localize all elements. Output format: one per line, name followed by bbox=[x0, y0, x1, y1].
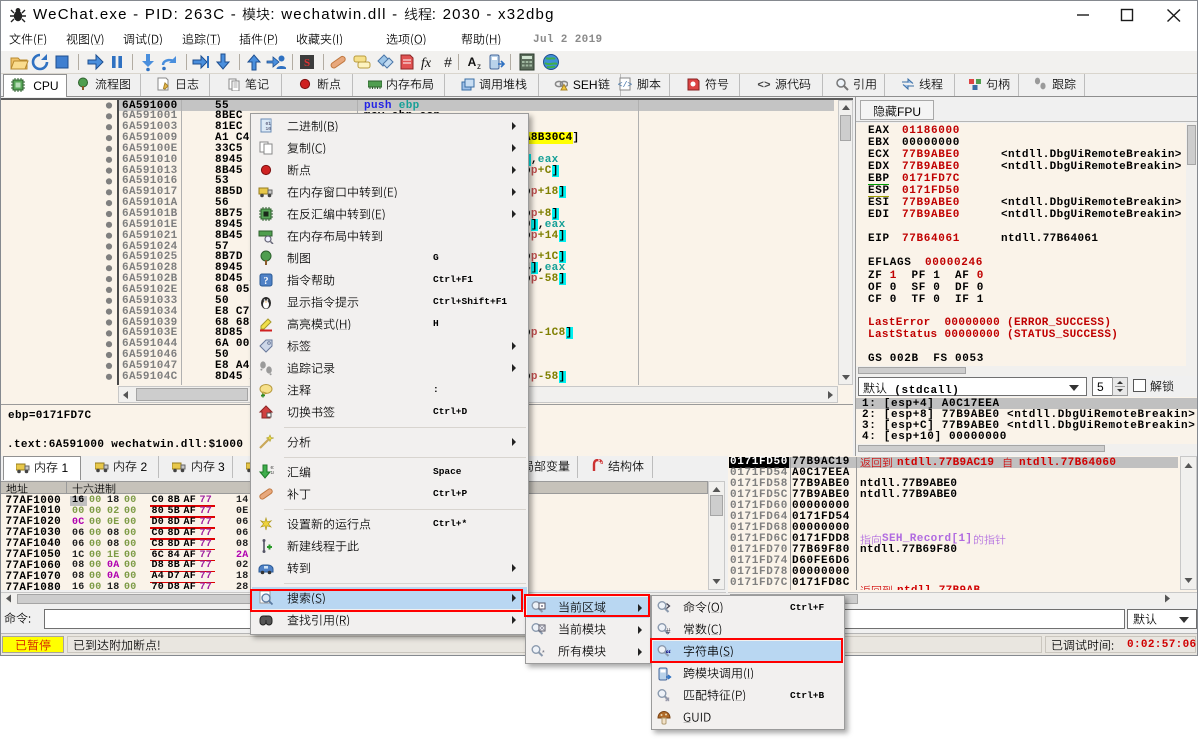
svg-text:A: A bbox=[468, 55, 477, 69]
svg-text:fx: fx bbox=[421, 56, 432, 71]
svg-text:z: z bbox=[477, 62, 481, 71]
svg-text:01: 01 bbox=[271, 467, 275, 471]
svg-text:#: # bbox=[444, 54, 452, 70]
svg-text:S: S bbox=[304, 57, 310, 69]
svg-text:</>: </> bbox=[618, 81, 632, 90]
svg-text:10: 10 bbox=[271, 472, 275, 476]
svg-text:10: 10 bbox=[266, 126, 272, 132]
svg-text:#: # bbox=[666, 627, 671, 636]
svg-text:?: ? bbox=[264, 276, 269, 287]
svg-text:*: * bbox=[542, 650, 545, 657]
svg-text:<>: <> bbox=[757, 80, 771, 91]
